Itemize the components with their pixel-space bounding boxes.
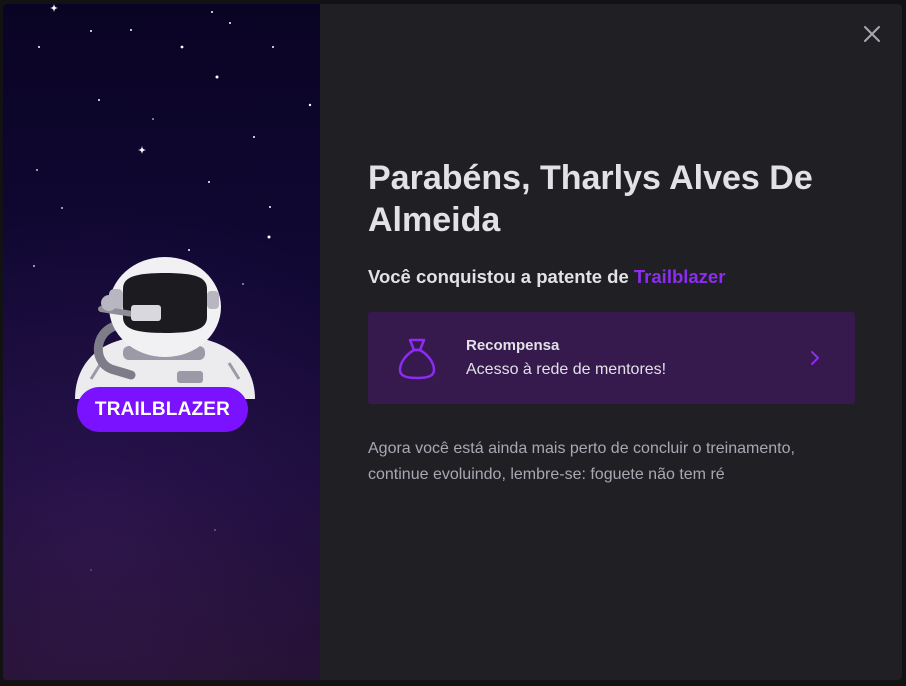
close-icon[interactable] (862, 24, 882, 44)
reward-description: Acesso à rede de mentores! (466, 361, 667, 378)
reward-card[interactable]: Recompensa Acesso à rede de mentores! (368, 312, 855, 404)
achievement-modal: TRAILBLAZER Parabéns, Tharlys Alves De A… (3, 4, 902, 680)
rank-subtitle: Você conquistou a patente de Trailblazer (368, 266, 725, 288)
space-illustration-panel: TRAILBLAZER (3, 4, 320, 680)
reward-title: Recompensa (466, 337, 560, 354)
money-bag-icon (398, 338, 436, 380)
motivation-text: Agora você está ainda mais perto de conc… (368, 440, 795, 483)
astronaut-icon (75, 257, 255, 399)
chevron-right-icon (811, 351, 819, 365)
rank-name: Trailblazer (633, 266, 726, 287)
rank-badge: TRAILBLAZER (65, 249, 263, 439)
modal-content: Parabéns, Tharlys Alves De Almeida Você … (320, 4, 902, 680)
page-title: Parabéns, Tharlys Alves De Almeida (368, 159, 813, 239)
rank-subtitle-text: Você conquistou a patente de (368, 266, 634, 287)
rank-badge-label: TRAILBLAZER (77, 387, 248, 432)
